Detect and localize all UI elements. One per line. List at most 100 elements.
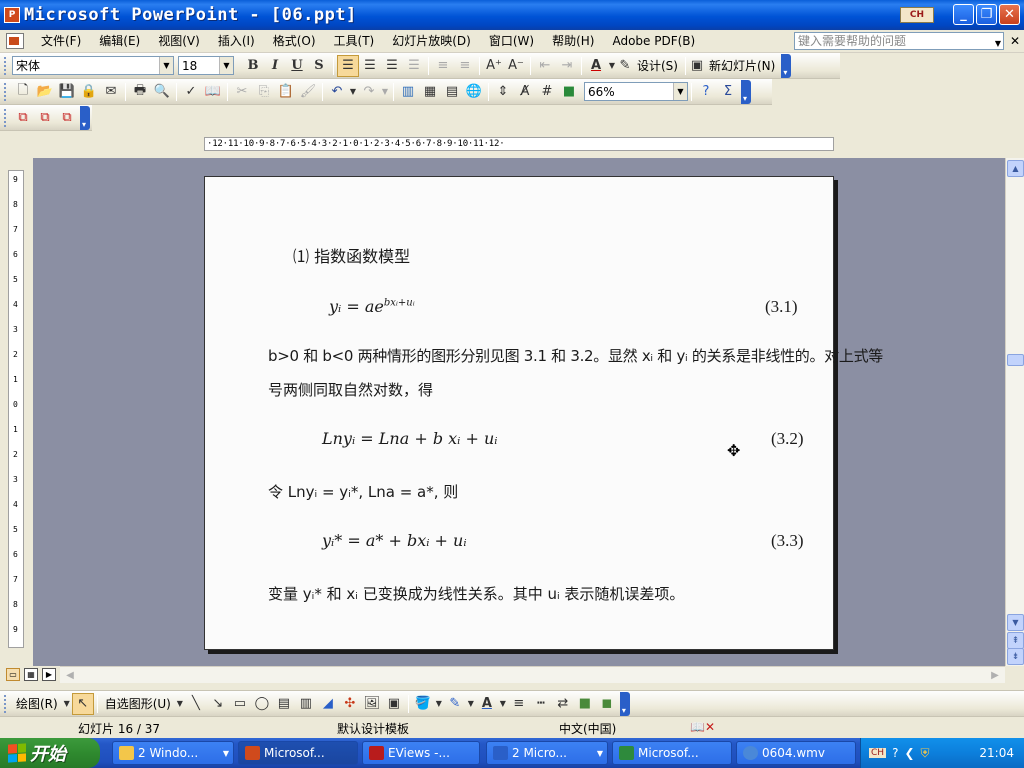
rectangle-icon[interactable]: ▭ (229, 693, 251, 715)
menu-edit[interactable]: 编辑(E) (90, 31, 149, 51)
save-icon[interactable]: 💾 (56, 81, 78, 103)
taskbar-item-excel[interactable]: Microsof... (612, 741, 732, 765)
spelling-status-icon[interactable]: 📖✕ (690, 720, 715, 734)
select-objects-icon[interactable]: ↖ (71, 692, 94, 715)
autoshapes-button[interactable]: 自选图形(U) (101, 695, 175, 712)
previous-slide-icon[interactable]: ⇞ (1007, 632, 1024, 649)
toolbar-options-button[interactable] (80, 105, 90, 130)
scroll-down-icon[interactable]: ▼ (1007, 614, 1024, 631)
slide-sorter-view-icon[interactable]: ▦ (24, 668, 38, 681)
start-button[interactable]: 开始 (0, 738, 100, 768)
research-icon[interactable]: 📖 (202, 81, 224, 103)
slide[interactable]: ⑴ 指数函数模型 yᵢ = aebxᵢ+uᵢ (3.1) b>0 和 b<0 两… (204, 176, 883, 650)
show-formatting-icon[interactable]: A̸ (514, 81, 536, 103)
wordart-icon[interactable]: ◢ (317, 693, 339, 715)
scroll-right-icon[interactable]: ▶ (987, 668, 1003, 682)
oval-icon[interactable]: ◯ (251, 693, 273, 715)
draw-menu-button[interactable]: 绘图(R) (12, 695, 62, 712)
arrow-style-icon[interactable]: ⇄ (552, 693, 574, 715)
help-tray-icon[interactable]: ? (892, 746, 898, 760)
menu-window[interactable]: 窗口(W) (480, 31, 543, 51)
menu-help[interactable]: 帮助(H) (543, 31, 603, 51)
convert-to-pdf-icon[interactable]: ⧉ (12, 107, 34, 129)
chevron-down-icon[interactable]: ▼ (498, 693, 508, 715)
vertical-scrollbar[interactable]: ▲ ▼ ⇞ ⇟ (1005, 158, 1024, 666)
redo-icon[interactable]: ↷ (358, 81, 380, 103)
scroll-left-icon[interactable]: ◀ (62, 668, 78, 682)
print-icon[interactable]: 🖶 (129, 81, 151, 103)
menu-slideshow[interactable]: 幻灯片放映(D) (383, 31, 480, 51)
taskbar-item-media[interactable]: 0604.wmv (736, 741, 856, 765)
close-button[interactable]: ✕ (999, 4, 1020, 25)
increase-font-icon[interactable]: A⁺ (483, 55, 505, 77)
bullets-icon[interactable]: ≡ (454, 55, 476, 77)
equation-3-1[interactable]: yᵢ = aebxᵢ+uᵢ (329, 297, 415, 316)
input-method-icon[interactable]: CH (869, 748, 887, 758)
menu-adobe-pdf[interactable]: Adobe PDF(B) (603, 31, 704, 51)
toolbar-options-button[interactable] (781, 53, 792, 78)
fill-color-icon[interactable]: 🪣 (412, 693, 434, 715)
pdf-email-icon[interactable]: ⧉ (34, 107, 56, 129)
dash-style-icon[interactable]: ┅ (530, 693, 552, 715)
chevron-down-icon[interactable]: ▼ (159, 57, 173, 74)
chevron-down-icon[interactable]: ▼ (673, 83, 687, 100)
justify-icon[interactable]: ☰ (403, 55, 425, 77)
minimize-button[interactable]: _ (953, 4, 974, 25)
chevron-down-icon[interactable]: ▼ (348, 81, 358, 103)
line-icon[interactable]: ╲ (185, 693, 207, 715)
toolbar-options-button[interactable] (619, 691, 630, 716)
chevron-down-icon[interactable]: ▼ (995, 36, 1001, 52)
taskbar-item-eviews[interactable]: EViews -... (362, 741, 480, 765)
line-color-icon[interactable]: ✎ (444, 693, 466, 715)
equation-3-2[interactable]: Lnyᵢ = Lna + b xᵢ + uᵢ (322, 429, 497, 448)
numbering-icon[interactable]: ≡ (432, 55, 454, 77)
chevron-down-icon[interactable]: ▼ (175, 693, 185, 715)
menu-insert[interactable]: 插入(I) (209, 31, 264, 51)
toolbar-grip[interactable] (4, 694, 8, 713)
toolbar-options-button[interactable] (741, 79, 751, 104)
spelling-icon[interactable]: ✓ (180, 81, 202, 103)
scrollbar-thumb[interactable] (1007, 354, 1024, 366)
tables-borders-icon[interactable]: ▤ (441, 81, 463, 103)
language-indicator-icon[interactable]: CH (900, 7, 934, 23)
pdf-review-icon[interactable]: ⧉ (56, 107, 78, 129)
chevron-down-icon[interactable]: ▼ (434, 693, 444, 715)
restore-button[interactable]: ❐ (976, 4, 997, 25)
zoom-select[interactable]: 66% ▼ (584, 82, 688, 101)
undo-icon[interactable]: ↶ (326, 81, 348, 103)
align-left-icon[interactable]: ☰ (337, 54, 359, 77)
paragraph-3[interactable]: 变量 yᵢ* 和 xᵢ 已变换成为线性关系。其中 uᵢ 表示随机误差项。 (268, 583, 684, 604)
permission-icon[interactable]: 🔒 (78, 81, 100, 103)
design-button[interactable]: 设计(S) (633, 57, 682, 74)
3d-style-icon[interactable]: ◼ (596, 693, 618, 715)
expand-all-icon[interactable]: ⇕ (492, 81, 514, 103)
next-slide-icon[interactable]: ⇟ (1007, 648, 1024, 665)
horizontal-ruler[interactable]: ·12·11·10·9·8·7·6·5·4·3·2·1·0·1·2·3·4·5·… (204, 137, 834, 151)
copy-icon[interactable]: ⎘ (253, 81, 275, 103)
menu-file[interactable]: 文件(F) (32, 31, 90, 51)
insert-table-icon[interactable]: ▦ (419, 81, 441, 103)
menu-format[interactable]: 格式(O) (264, 31, 325, 51)
font-size-select[interactable]: 18 ▼ (178, 56, 234, 75)
toolbar-grip[interactable] (4, 82, 8, 101)
format-painter-icon[interactable]: 🖌 (297, 81, 319, 103)
security-shield-icon[interactable]: ⛨ (921, 746, 930, 761)
italic-button[interactable]: I (264, 55, 286, 77)
slide-heading[interactable]: ⑴ 指数函数模型 (293, 243, 410, 267)
chevron-down-icon[interactable]: ▼ (219, 57, 233, 74)
chevron-down-icon[interactable]: ▼ (607, 55, 617, 77)
menu-view[interactable]: 视图(V) (149, 31, 209, 51)
toolbar-grip[interactable] (4, 108, 8, 127)
text-box-icon[interactable]: ▤ (273, 693, 295, 715)
design-template[interactable]: 默认设计模板 (337, 720, 409, 737)
font-color-icon[interactable]: A (585, 55, 607, 77)
toolbar-grip[interactable] (4, 56, 8, 75)
underline-button[interactable]: U (286, 55, 308, 77)
scroll-up-icon[interactable]: ▲ (1007, 160, 1024, 177)
color-grayscale-icon[interactable]: ■ (558, 81, 580, 103)
equation-3-3[interactable]: yᵢ* = a* + bxᵢ + uᵢ (322, 531, 467, 550)
grid-icon[interactable]: # (536, 81, 558, 103)
increase-indent-icon[interactable]: ⇥ (556, 55, 578, 77)
shadow-style-icon[interactable]: ■ (574, 693, 596, 715)
font-name-select[interactable]: 宋体 ▼ (12, 56, 174, 75)
